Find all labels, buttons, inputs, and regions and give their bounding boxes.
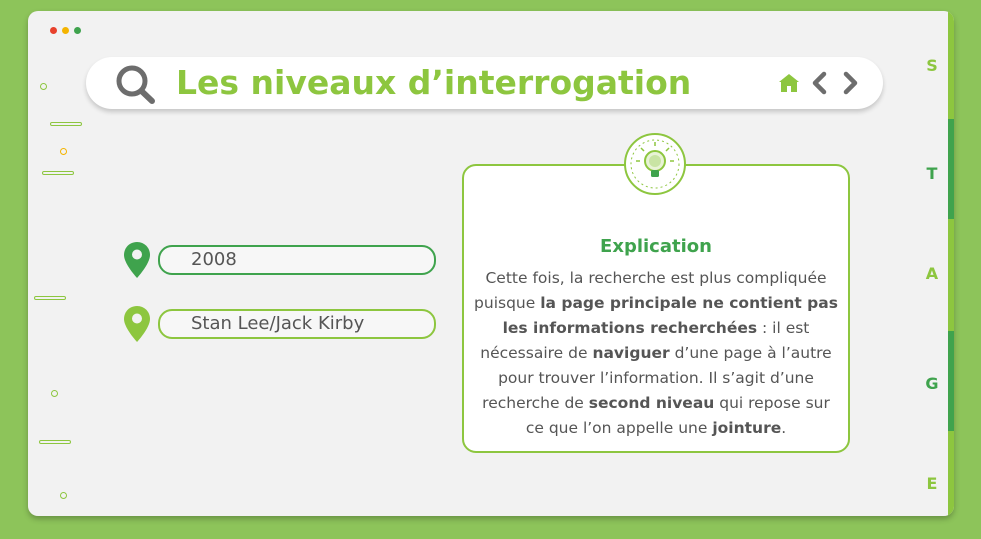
window-controls	[50, 27, 81, 34]
year-field[interactable]: 2008	[158, 245, 436, 275]
tab-label: T	[926, 164, 938, 183]
home-icon[interactable]	[778, 73, 800, 93]
tab-t[interactable]: T	[918, 119, 954, 219]
decor-line	[50, 122, 82, 126]
emphasis-text: jointure	[712, 419, 782, 437]
app-window: Les niveaux d’interrogation 2008 Stan Le…	[28, 11, 954, 516]
decor-line	[42, 171, 74, 175]
location-pin-icon	[124, 242, 150, 278]
tab-e[interactable]: E	[918, 431, 954, 516]
tab-label: A	[925, 264, 939, 283]
emphasis-text: naviguer	[592, 344, 670, 362]
decor-circle	[60, 148, 67, 155]
emphasis-text: second niveau	[588, 394, 715, 412]
tab-label: E	[926, 474, 938, 493]
lightbulb-icon	[630, 139, 680, 189]
decor-circle	[60, 492, 67, 499]
minimize-dot[interactable]	[62, 27, 69, 34]
card-title: Explication	[600, 236, 712, 257]
search-icon[interactable]	[114, 64, 160, 104]
tab-g[interactable]: G	[918, 331, 954, 431]
tab-s[interactable]: S	[918, 11, 954, 119]
card-body: Cette fois, la recherche est plus compli…	[472, 266, 840, 441]
search-bar[interactable]: Les niveaux d’interrogation	[86, 57, 883, 109]
tab-label: G	[925, 374, 939, 393]
tab-a[interactable]: A	[918, 219, 954, 331]
chevron-left-icon[interactable]	[810, 71, 828, 95]
decor-circle	[51, 390, 58, 397]
decor-line	[34, 296, 66, 300]
body-text: .	[781, 419, 787, 437]
page-title: Les niveaux d’interrogation	[176, 63, 692, 102]
location-pin-icon	[124, 306, 150, 342]
lightbulb-badge	[624, 133, 686, 195]
decor-line	[39, 440, 71, 444]
close-dot[interactable]	[50, 27, 57, 34]
explanation-card: Explication Cette fois, la recherche est…	[462, 164, 850, 453]
tab-label: S	[926, 56, 938, 75]
section-tabs: S T A G E	[918, 11, 954, 516]
authors-field[interactable]: Stan Lee/Jack Kirby	[158, 309, 436, 339]
maximize-dot[interactable]	[74, 27, 81, 34]
decor-circle	[40, 83, 47, 90]
chevron-right-icon[interactable]	[842, 71, 860, 95]
